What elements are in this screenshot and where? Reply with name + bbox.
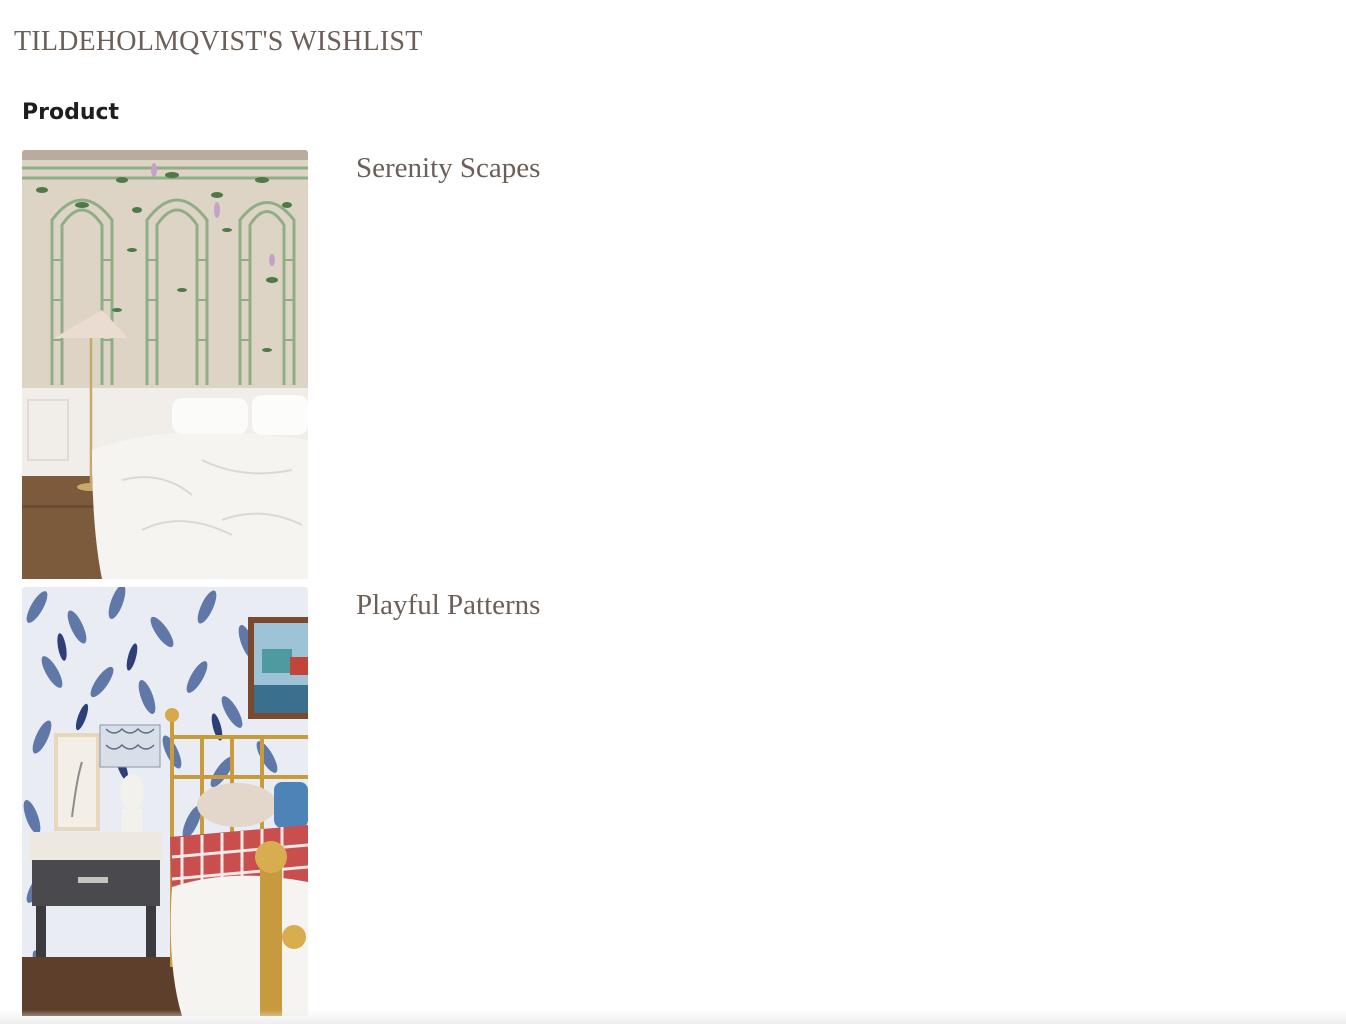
- product-name-link[interactable]: Playful Patterns: [356, 589, 540, 622]
- product-image-link[interactable]: [22, 150, 308, 579]
- product-name-link[interactable]: Serenity Scapes: [356, 152, 540, 185]
- product-image: [22, 150, 308, 579]
- product-image-link[interactable]: [22, 587, 308, 1016]
- page-title: TILDEHOLMQVIST'S WISHLIST: [14, 26, 423, 57]
- wishlist-item: Playful Patterns: [22, 587, 1322, 1017]
- product-image: [22, 587, 308, 1016]
- bottom-scroll-fade: [0, 1010, 1346, 1024]
- wishlist-item: Serenity Scapes: [22, 150, 1322, 580]
- product-column-header: Product: [22, 100, 120, 125]
